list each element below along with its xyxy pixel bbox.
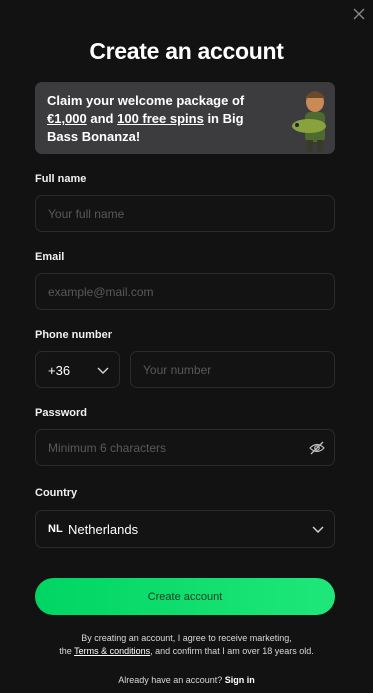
sign-in-link[interactable]: Sign in: [225, 675, 255, 685]
password-label: Password: [35, 407, 87, 419]
signin-prompt: Already have an account? Sign in: [118, 675, 255, 685]
create-account-button[interactable]: Create account: [35, 578, 335, 615]
terms-link[interactable]: Terms & conditions: [74, 646, 150, 656]
country-select[interactable]: NL Netherlands: [35, 510, 335, 548]
country-label: Country: [35, 487, 78, 499]
promo-text: Claim your welcome package of €1,000 and…: [47, 93, 245, 144]
eye-off-icon[interactable]: [309, 441, 325, 455]
promo-amount: €1,000: [47, 111, 87, 126]
email-field[interactable]: [35, 273, 335, 310]
phone-number-field[interactable]: [130, 351, 335, 388]
password-field[interactable]: [35, 429, 335, 466]
promo-spins: 100 free spins: [117, 111, 204, 126]
fisherman-illustration: [292, 91, 326, 152]
close-icon[interactable]: [352, 7, 366, 21]
chevron-down-icon: [97, 367, 109, 374]
phone-number-input[interactable]: [131, 352, 334, 387]
consent-text: By creating an account, I agree to recei…: [59, 633, 314, 656]
email-input[interactable]: [36, 274, 334, 309]
full-name-label: Full name: [35, 173, 87, 185]
page-title: Create an account: [89, 38, 284, 64]
full-name-field[interactable]: [35, 195, 335, 232]
password-input[interactable]: [36, 430, 334, 465]
email-label: Email: [35, 251, 65, 263]
phone-label: Phone number: [35, 329, 113, 341]
chevron-down-icon: [312, 526, 324, 533]
promo-banner: Claim your welcome package of €1,000 and…: [35, 82, 335, 154]
phone-code-value: +36: [48, 363, 71, 378]
full-name-input[interactable]: [36, 196, 334, 231]
country-value: Netherlands: [68, 522, 139, 537]
country-flag-code: NL: [48, 523, 63, 535]
phone-code-select[interactable]: +36: [35, 351, 120, 388]
